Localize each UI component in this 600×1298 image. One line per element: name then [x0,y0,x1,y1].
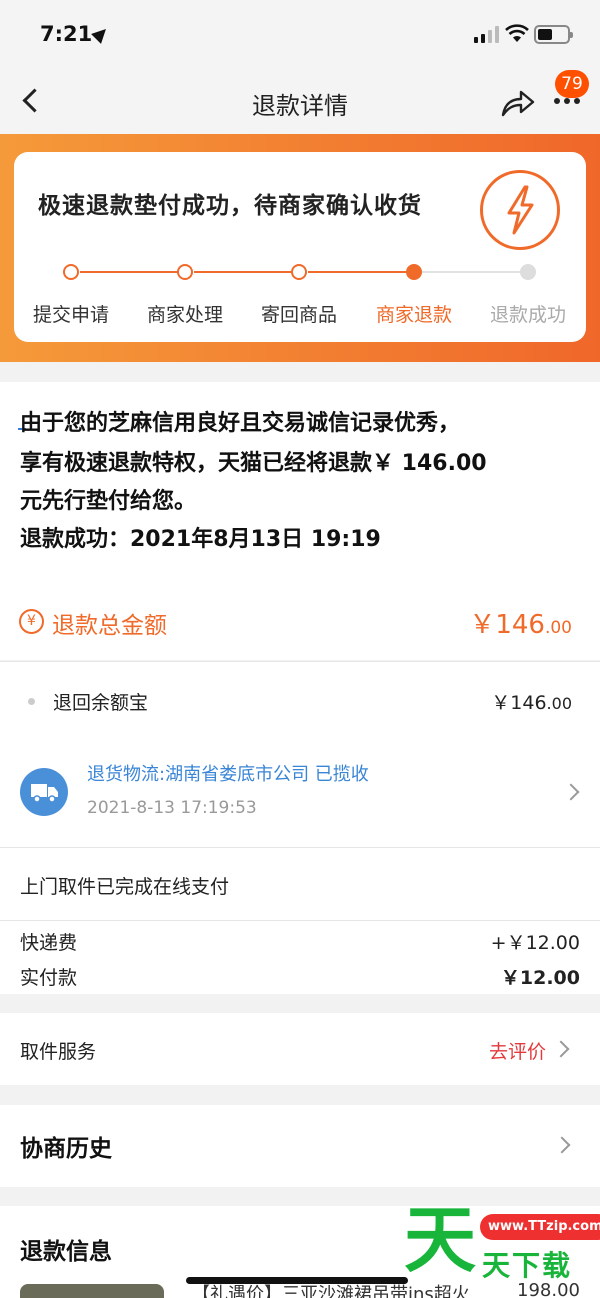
truck-icon [20,768,68,816]
pickup-service-row[interactable]: 取件服务 去评价 [0,1013,600,1085]
step-label-refund-success: 退款成功 [489,304,566,326]
notice-line-1: 由于您的芝麻信用良好且交易诚信记录优秀， [20,411,461,436]
battery-icon [534,25,573,44]
step-label-merchant-refund: 商家退款 [375,304,452,326]
home-indicator[interactable] [186,1277,408,1284]
step-label-return-goods: 寄回商品 [260,304,337,326]
pickup-title: 上门取件已完成在线支付 [20,876,230,898]
progress-headline: 极速退款垫付成功，待商家确认收货 [38,193,422,219]
notice-line-3: 元先行垫付给您。 [20,489,197,514]
yen-icon: ¥ [19,609,44,634]
step-dot-5 [520,264,536,280]
progress-card: 极速退款垫付成功，待商家确认收货 提交申请 商家处理 寄回商品 商家退款 退款成… [14,152,586,342]
refund-destination-amount: ￥146.00 [491,692,572,714]
product-thumbnail[interactable] [20,1284,164,1298]
progress-steps: 提交申请 商家处理 寄回商品 商家退款 退款成功 [14,252,586,332]
status-time: 7:21 [40,22,93,46]
step-dot-4 [406,264,422,280]
site-watermark: 天 www.TTzip.com 天下载 [404,1200,600,1298]
refund-info-label: 退款信息 [20,1239,112,1265]
negotiation-history-label: 协商历史 [20,1136,112,1162]
cellular-signal-icon [474,26,500,43]
pickup-service-label: 取件服务 [20,1041,97,1063]
refund-detail-section: 退回余额宝 ￥146.00 退货物流:湖南省娄底市公司 已揽收 2021-8-1… [0,661,600,847]
share-icon[interactable] [500,88,536,118]
status-bar: 7:21 [0,0,600,70]
paid-label: 实付款 [20,967,78,989]
refund-destination-label: 退回余额宝 [53,692,149,714]
shipping-fee-value: +￥12.00 [490,932,580,954]
step-label-submit: 提交申请 [32,304,109,326]
wifi-icon [505,24,529,42]
step-label-merchant-process: 商家处理 [146,304,223,326]
step-dot-1 [63,264,79,280]
refund-progress-banner: 极速退款垫付成功，待商家确认收货 提交申请 商家处理 寄回商品 商家退款 退款成… [0,134,600,362]
step-dot-2 [177,264,193,280]
refund-total-amount: ￥146.00 [469,610,572,640]
lightning-bolt-icon [480,170,560,250]
review-button[interactable]: 去评价 [489,1037,546,1064]
pickup-payment-section: 上门取件已完成在线支付 快递费 +￥12.00 实付款 ￥12.00 [0,847,600,994]
logistics-status[interactable]: 退货物流:湖南省娄底市公司 已揽收 [87,760,369,786]
notice-line-2: 享有极速退款特权，天猫已经将退款￥ 146.00 [20,451,487,476]
message-count-badge[interactable]: 79 [555,70,589,98]
watermark-logo: 天 [404,1198,477,1282]
watermark-url: www.TTzip.com [480,1214,600,1240]
divider [0,920,600,921]
refund-success-time: 退款成功：2021年8月13日 19:19 [20,527,381,552]
refund-total-row: ¥ 退款总金额 ￥146.00 [0,578,600,660]
refund-total-label: 退款总金额 [52,613,167,639]
paid-value: ￥12.00 [500,967,580,989]
logistics-chevron-icon[interactable] [562,783,580,801]
shipping-fee-label: 快递费 [20,932,78,954]
negotiation-history-row[interactable]: 协商历史 [0,1105,600,1187]
chevron-right-icon[interactable] [553,1136,571,1154]
bullet-dot [28,698,35,705]
step-dot-3 [291,264,307,280]
location-arrow-icon [91,24,111,44]
logistics-time: 2021-8-13 17:19:53 [87,798,257,818]
watermark-text: 天下载 [482,1249,573,1282]
nav-bar: 退款详情 79 [0,70,600,134]
chevron-right-icon[interactable] [552,1040,570,1058]
